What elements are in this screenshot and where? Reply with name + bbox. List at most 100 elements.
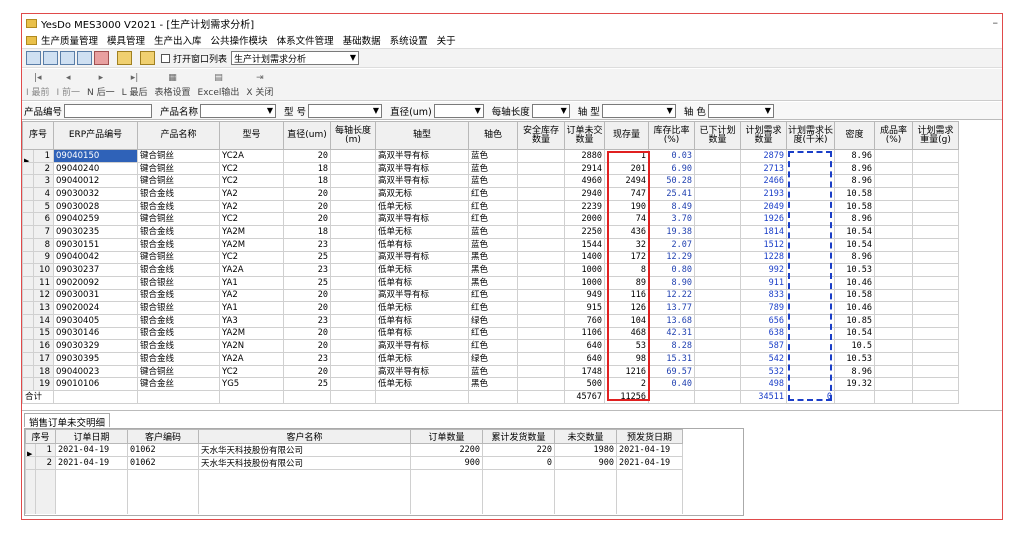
cell-unfinished-qty[interactable]: 1000 <box>564 263 605 277</box>
cell-yield[interactable] <box>874 288 913 303</box>
cell-reel-color[interactable]: 黑色 <box>468 275 518 290</box>
cell-reel-type[interactable]: 低单无标 <box>375 377 469 392</box>
cell-stock-qty[interactable]: 436 <box>604 225 649 239</box>
cell-unfinished-qty[interactable]: 1544 <box>564 237 605 252</box>
cell-reel-length[interactable] <box>330 364 376 379</box>
close-windows-icon[interactable] <box>94 51 109 65</box>
cell-demand-weight[interactable] <box>912 288 959 303</box>
cell-model[interactable]: YA2M <box>219 225 284 239</box>
cell-reel-type[interactable]: 低单无标 <box>375 263 469 277</box>
cell-unfinished-qty[interactable]: 1106 <box>564 326 605 341</box>
cell-yield[interactable] <box>874 301 913 315</box>
cell-reel-length[interactable] <box>330 199 376 214</box>
cell-diameter[interactable]: 20 <box>283 326 331 341</box>
cell-demand-weight[interactable] <box>912 250 959 265</box>
cell-unfinished-qty[interactable]: 2250 <box>564 225 605 239</box>
cell-product-name[interactable]: 银合金线 <box>137 199 220 214</box>
cell-model[interactable]: YA2A <box>219 263 284 277</box>
cell-model[interactable]: YC2 <box>219 250 284 265</box>
dcol-planned-ship[interactable]: 预发货日期 <box>616 429 683 444</box>
cell-unfinished-qty[interactable]: 1748 <box>564 364 605 379</box>
cell-diameter[interactable]: 18 <box>283 225 331 239</box>
cell-reel-length[interactable] <box>330 149 376 163</box>
cell-reel-color[interactable]: 红色 <box>468 212 518 227</box>
cell-demand-length[interactable] <box>786 161 835 176</box>
cell-density[interactable]: 10.54 <box>834 237 875 252</box>
cell-reel-color[interactable]: 红色 <box>468 339 518 353</box>
col-planned-qty[interactable]: 已下计划数量 <box>694 121 741 150</box>
col-reel-type[interactable]: 轴型 <box>375 121 469 150</box>
cell-yield[interactable] <box>874 161 913 176</box>
col-model[interactable]: 型号 <box>219 121 284 150</box>
cell-diameter[interactable]: 23 <box>283 237 331 252</box>
cell-safety-stock[interactable] <box>517 364 565 379</box>
row-indicator[interactable] <box>22 339 34 353</box>
table-row[interactable]: 19 09010106 键合金丝 YG5 25 低单无标 黑色 500 2 0.40 498 19.3… <box>22 377 959 392</box>
cell-model[interactable]: YA2N <box>219 339 284 353</box>
cell-stock-qty[interactable]: 74 <box>604 212 649 227</box>
cell-stock-ratio[interactable]: 13.77 <box>648 301 695 315</box>
cell-stock-qty[interactable]: 172 <box>604 250 649 265</box>
cell-reel-type[interactable]: 高双半导有标 <box>375 149 469 163</box>
cell-demand-qty[interactable]: 992 <box>740 263 787 277</box>
cell-stock-ratio[interactable]: 69.57 <box>648 364 695 379</box>
cell-planned-qty[interactable] <box>694 326 741 341</box>
cell-reel-type[interactable]: 低单无标 <box>375 199 469 214</box>
window-select[interactable]: 生产计划需求分析 ▼ <box>231 51 360 65</box>
cell-stock-ratio[interactable]: 6.90 <box>648 161 695 176</box>
cell-planned-qty[interactable] <box>694 313 741 328</box>
cell-planned-qty[interactable] <box>694 377 741 392</box>
cell-stock-qty[interactable]: 8 <box>604 263 649 277</box>
cell-demand-length[interactable] <box>786 326 835 341</box>
cell-stock-qty[interactable]: 468 <box>604 326 649 341</box>
cell-demand-length[interactable] <box>786 225 835 239</box>
cell-reel-color[interactable]: 红色 <box>468 326 518 341</box>
cell-reel-color[interactable]: 蓝色 <box>468 237 518 252</box>
cell-product-name[interactable]: 银合金线 <box>137 187 220 201</box>
cell-demand-weight[interactable] <box>912 174 959 189</box>
cell-stock-ratio[interactable]: 12.22 <box>648 288 695 303</box>
row-indicator[interactable] <box>22 187 34 201</box>
cell-stock-qty[interactable]: 32 <box>604 237 649 252</box>
cascade-icon[interactable] <box>43 51 58 65</box>
cell-yield[interactable] <box>874 352 913 366</box>
open-window-list[interactable]: 打开窗口列表 <box>161 52 227 65</box>
cell-planned-qty[interactable] <box>694 364 741 379</box>
row-indicator[interactable] <box>22 313 34 328</box>
cell-unfinished-qty[interactable]: 2940 <box>564 187 605 201</box>
cell-model[interactable]: YA2M <box>219 326 284 341</box>
cell-reel-color[interactable]: 蓝色 <box>468 364 518 379</box>
row-indicator[interactable] <box>22 161 34 176</box>
cell-model[interactable]: YA2 <box>219 288 284 303</box>
table-row[interactable]: 12 09030031 银合金线 YA2 20 高双半导有标 红色 949 116 12.22 83… <box>22 288 959 303</box>
menu-production-quality[interactable]: 生产质量管理 <box>41 33 98 47</box>
cell-reel-length[interactable] <box>330 352 376 366</box>
row-indicator[interactable] <box>22 250 34 265</box>
cell-reel-type[interactable]: 低单无标 <box>375 301 469 315</box>
cell-erp-code[interactable]: 09030405 <box>53 313 138 328</box>
cell-safety-stock[interactable] <box>517 212 565 227</box>
cell-product-name[interactable]: 银合银丝 <box>137 301 220 315</box>
detail-row[interactable]: ▶ 1 2021-04-19 01062 天水华天科技股份有限公司 2200 220 1980… <box>25 443 683 457</box>
cell-unfinished-qty[interactable]: 640 <box>564 352 605 366</box>
cell-erp-code[interactable]: 09030237 <box>53 263 138 277</box>
table-row[interactable]: 2 09040240 键合铜丝 YC2 18 高双半导有标 蓝色 2914 201 6.90 271… <box>22 161 959 176</box>
open-list-checkbox[interactable] <box>161 53 170 63</box>
col-stock[interactable]: 现存量 <box>604 121 649 150</box>
detail-cell-shipped[interactable]: 0 <box>482 456 555 470</box>
cell-erp-code[interactable]: 09010106 <box>53 377 138 392</box>
table-row[interactable]: 6 09040259 键合铜丝 YC2 20 高双半导有标 红色 2000 74 3.70 1926… <box>22 212 959 227</box>
cell-yield[interactable] <box>874 149 913 163</box>
cell-demand-qty[interactable]: 2879 <box>740 149 787 163</box>
cell-planned-qty[interactable] <box>694 275 741 290</box>
cell-demand-weight[interactable] <box>912 187 959 201</box>
table-row[interactable]: 17 09030395 银合金线 YA2A 23 低单无标 绿色 640 98 15.31 542 1… <box>22 352 959 366</box>
col-erp-code[interactable]: ERP产品编号 <box>53 121 138 150</box>
cell-reel-type[interactable]: 高双半导有标 <box>375 174 469 189</box>
cell-demand-length[interactable] <box>786 263 835 277</box>
cell-planned-qty[interactable] <box>694 237 741 252</box>
cell-safety-stock[interactable] <box>517 313 565 328</box>
cell-diameter[interactable]: 23 <box>283 263 331 277</box>
cell-diameter[interactable]: 20 <box>283 301 331 315</box>
exit-icon[interactable] <box>140 51 155 65</box>
